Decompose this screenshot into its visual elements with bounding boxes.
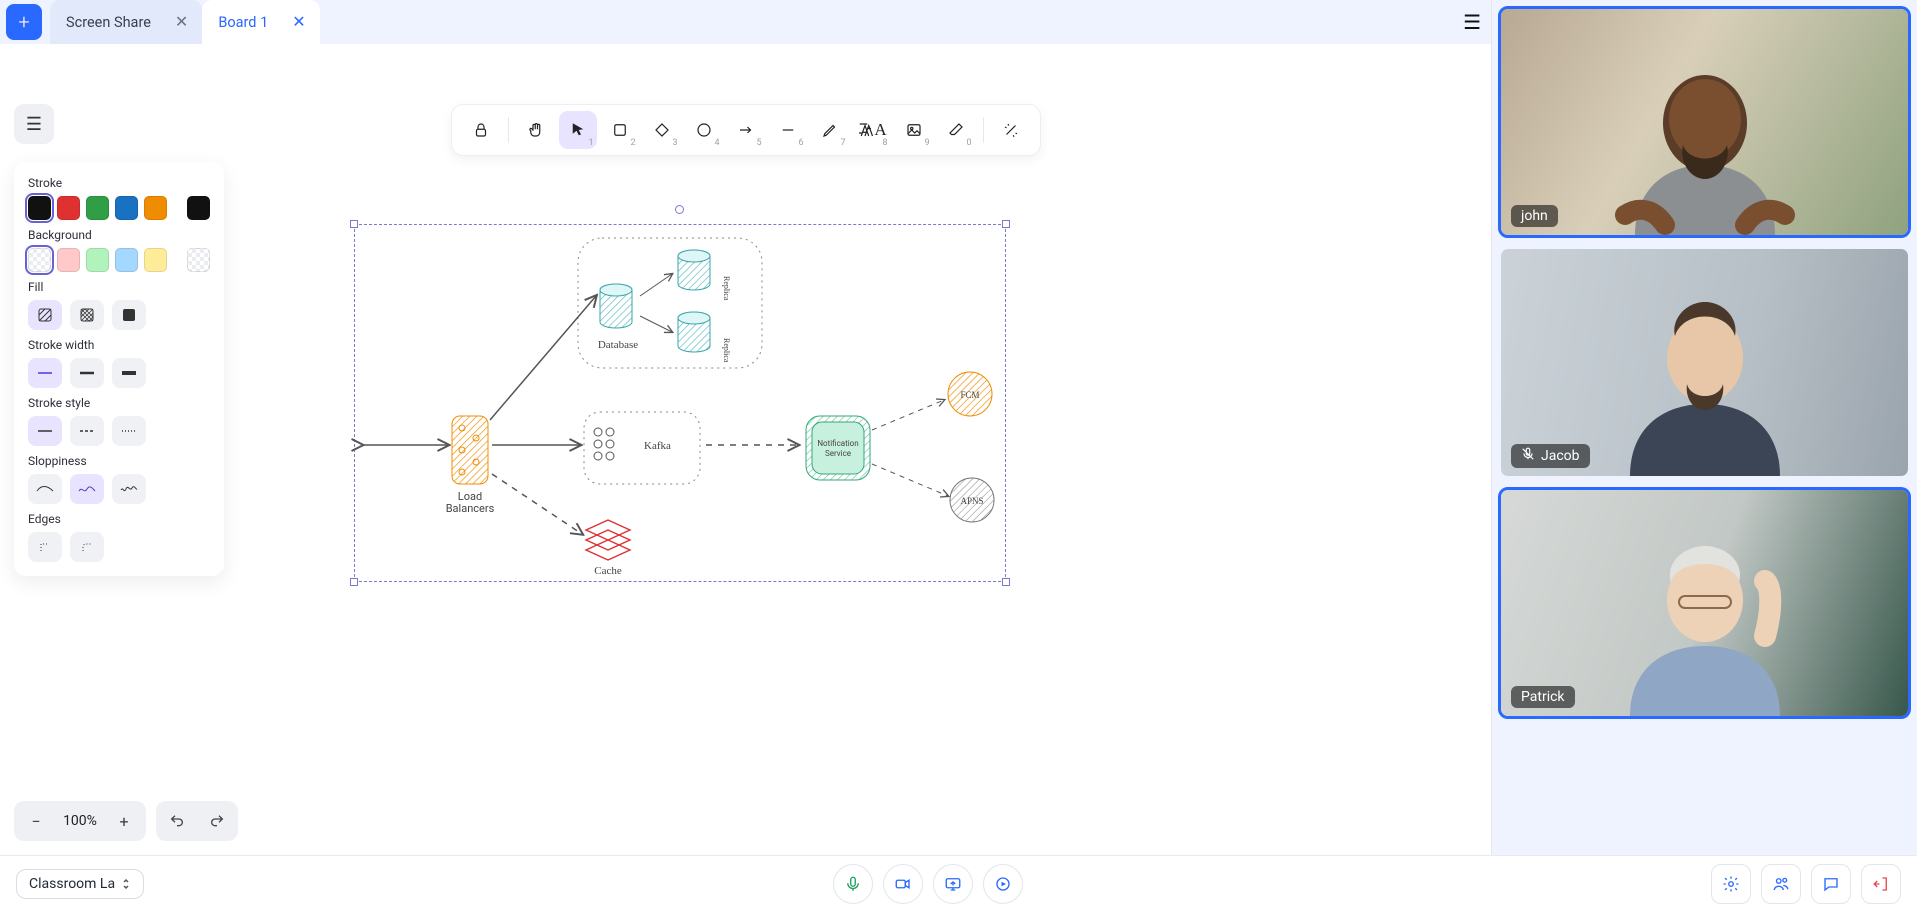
zoom-in-button[interactable]: + bbox=[106, 805, 142, 837]
diagram-svg: LoadBalancers Database Replica Replica bbox=[0, 44, 1491, 855]
video-tile-john[interactable]: john bbox=[1498, 6, 1911, 238]
tab-strip: + Screen Share ✕ Board 1 ✕ ☰ bbox=[0, 0, 1491, 44]
zoom-control: − 100% + bbox=[14, 801, 146, 841]
video-tile-jacob[interactable]: Jacob bbox=[1498, 246, 1911, 478]
tab-screen-share[interactable]: Screen Share ✕ bbox=[50, 0, 202, 44]
chevron-updown-icon bbox=[121, 877, 131, 891]
room-selector[interactable]: Classroom La bbox=[16, 869, 144, 899]
video-tile-patrick[interactable]: Patrick bbox=[1498, 487, 1911, 719]
name-tag: Jacob bbox=[1511, 444, 1590, 468]
plus-icon: + bbox=[18, 10, 29, 34]
participants-button[interactable] bbox=[1761, 864, 1801, 904]
participants-panel: john Jacob Patrick bbox=[1492, 0, 1917, 855]
screenshare-button[interactable] bbox=[933, 864, 973, 904]
record-button[interactable] bbox=[983, 864, 1023, 904]
svg-text:APNS: APNS bbox=[960, 496, 983, 506]
mic-button[interactable] bbox=[833, 864, 873, 904]
close-icon[interactable]: ✕ bbox=[292, 14, 305, 30]
participant-figure bbox=[1575, 516, 1835, 716]
menu-icon[interactable]: ☰ bbox=[1463, 0, 1481, 44]
svg-text:LoadBalancers: LoadBalancers bbox=[446, 490, 495, 515]
camera-button[interactable] bbox=[883, 864, 923, 904]
svg-text:Replica: Replica bbox=[722, 338, 731, 363]
add-tab-button[interactable]: + bbox=[6, 4, 42, 40]
zoom-out-button[interactable]: − bbox=[18, 805, 54, 837]
leave-button[interactable] bbox=[1861, 864, 1901, 904]
undo-redo-control bbox=[156, 801, 238, 841]
tab-label: Board 1 bbox=[218, 14, 268, 31]
tab-label: Screen Share bbox=[66, 14, 151, 31]
svg-text:FCM: FCM bbox=[960, 390, 979, 400]
room-name: Classroom La bbox=[29, 876, 115, 892]
svg-text:Cache: Cache bbox=[594, 565, 622, 577]
name-tag: john bbox=[1511, 205, 1558, 227]
participant-figure bbox=[1575, 35, 1835, 235]
undo-button[interactable] bbox=[162, 806, 192, 836]
mic-muted-icon bbox=[1521, 447, 1535, 465]
svg-text:Replica: Replica bbox=[722, 276, 731, 301]
redo-button[interactable] bbox=[202, 806, 232, 836]
participant-figure bbox=[1575, 276, 1835, 476]
svg-text:Database: Database bbox=[598, 339, 638, 351]
bottom-bar: Classroom La bbox=[0, 855, 1917, 911]
whiteboard-canvas[interactable]: ☰ 1 2 3 4 5 6 7 A8 9 0 Stroke bbox=[0, 44, 1491, 855]
right-controls bbox=[1711, 864, 1901, 904]
chat-button[interactable] bbox=[1811, 864, 1851, 904]
zoom-value[interactable]: 100% bbox=[54, 813, 106, 829]
svg-text:Kafka: Kafka bbox=[644, 440, 671, 452]
close-icon[interactable]: ✕ bbox=[175, 14, 188, 30]
tab-board-1[interactable]: Board 1 ✕ bbox=[202, 0, 319, 44]
settings-button[interactable] bbox=[1711, 864, 1751, 904]
name-tag: Patrick bbox=[1511, 686, 1575, 708]
call-controls bbox=[833, 864, 1023, 904]
